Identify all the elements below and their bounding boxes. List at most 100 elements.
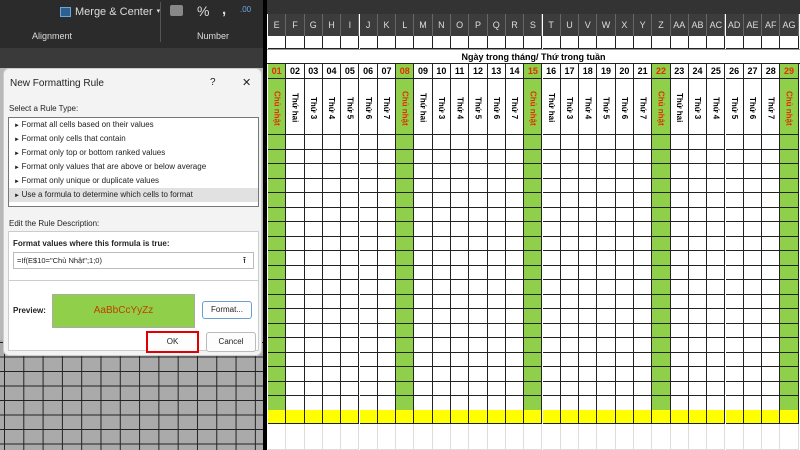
column-header[interactable]: G	[304, 14, 323, 36]
data-cell	[432, 323, 451, 338]
day-number-cell: 26	[725, 64, 744, 79]
data-cell	[743, 396, 763, 411]
data-cell	[414, 265, 433, 280]
column-header[interactable]: AF	[762, 14, 781, 36]
column-header[interactable]: Y	[634, 14, 653, 36]
data-cell	[780, 367, 799, 382]
data-cell	[341, 352, 360, 367]
column-header[interactable]: AA	[670, 14, 689, 36]
column-header[interactable]: I	[341, 14, 360, 36]
column-header[interactable]: K	[377, 14, 397, 36]
column-header[interactable]: T	[542, 14, 561, 36]
spreadsheet[interactable]: Ngày trong tháng/ Thứ trong tuần E 01 Chủ …	[267, 0, 800, 450]
column-header[interactable]: O	[451, 14, 470, 36]
data-cell	[652, 222, 671, 237]
merge-center-button[interactable]: Merge & Center ▾	[60, 4, 160, 20]
rule-type-item[interactable]: ► Format only top or bottom ranked value…	[9, 146, 258, 160]
day-number-cell: 10	[432, 64, 451, 79]
ok-button[interactable]: OK	[146, 331, 199, 353]
data-cell	[615, 294, 634, 309]
column-header[interactable]: L	[396, 14, 415, 36]
data-cell	[560, 352, 580, 367]
data-cell	[469, 323, 488, 338]
data-cell	[322, 280, 342, 295]
collapse-dialog-icon[interactable]: ⭱	[238, 254, 251, 267]
data-cell	[725, 164, 744, 179]
close-button[interactable]: ✕	[242, 76, 251, 89]
data-cell	[268, 207, 287, 222]
total-row-cell	[524, 410, 543, 424]
rule-type-item[interactable]: ► Use a formula to determine which cells…	[9, 188, 258, 202]
column-header[interactable]: S	[524, 14, 543, 36]
column-header[interactable]: AG	[780, 14, 799, 36]
column-header[interactable]: P	[469, 14, 488, 36]
data-cell	[652, 338, 671, 353]
data-cell	[304, 149, 323, 164]
column-header[interactable]: Z	[652, 14, 671, 36]
data-cell	[359, 207, 378, 222]
data-cell	[634, 352, 653, 367]
data-cell	[377, 396, 397, 411]
data-cell	[615, 381, 634, 396]
data-cell	[505, 323, 525, 338]
column-header[interactable]: R	[505, 14, 525, 36]
column-header[interactable]: M	[414, 14, 433, 36]
column-header[interactable]: X	[615, 14, 634, 36]
data-cell	[304, 338, 323, 353]
column-header[interactable]: E	[268, 14, 287, 36]
data-cell	[670, 265, 689, 280]
format-button[interactable]: Format...	[202, 301, 252, 319]
data-cell	[487, 367, 506, 382]
data-cell	[725, 338, 744, 353]
cancel-button[interactable]: Cancel	[206, 332, 256, 352]
rule-type-list[interactable]: ► Format all cells based on their values…	[8, 117, 259, 207]
rule-type-item[interactable]: ► Format only values that are above or b…	[9, 160, 258, 174]
column-header[interactable]: AB	[688, 14, 708, 36]
column-header[interactable]: N	[432, 14, 451, 36]
data-cell	[542, 164, 561, 179]
data-cell	[322, 323, 342, 338]
column-header[interactable]: AD	[725, 14, 744, 36]
column-header[interactable]: U	[560, 14, 580, 36]
data-cell	[542, 396, 561, 411]
rule-type-item[interactable]: ► Format only cells that contain	[9, 132, 258, 146]
help-button[interactable]: ?	[210, 77, 216, 88]
dialog-title: New Formatting Rule	[10, 78, 104, 89]
column-header[interactable]: W	[597, 14, 616, 36]
blank-cell	[359, 36, 378, 49]
formula-input[interactable]: =If(E$10="Chủ Nhật";1;0) ⭱	[13, 252, 254, 269]
column-header[interactable]: Q	[487, 14, 506, 36]
column-header[interactable]: AE	[743, 14, 763, 36]
data-cell	[505, 280, 525, 295]
data-cell	[451, 367, 470, 382]
empty-cell	[304, 424, 323, 450]
column-header[interactable]: J	[359, 14, 378, 36]
data-cell	[341, 338, 360, 353]
column-header[interactable]: AC	[707, 14, 726, 36]
data-cell	[524, 338, 543, 353]
data-cell	[396, 309, 415, 324]
data-cell	[524, 178, 543, 193]
column-header[interactable]: H	[322, 14, 342, 36]
percent-button[interactable]: %	[197, 3, 209, 19]
data-cell	[322, 251, 342, 266]
day-number-cell: 28	[762, 64, 781, 79]
number-format-icon[interactable]	[170, 5, 183, 16]
rule-type-item[interactable]: ► Format only unique or duplicate values	[9, 174, 258, 188]
data-cell	[304, 135, 323, 150]
data-cell	[505, 135, 525, 150]
increase-decimal-icon[interactable]: .00	[240, 5, 251, 14]
comma-button[interactable]: ,	[222, 1, 226, 18]
data-cell	[579, 323, 598, 338]
data-cell	[725, 265, 744, 280]
data-cell	[432, 207, 451, 222]
column-header[interactable]: F	[286, 14, 305, 36]
data-cell	[743, 323, 763, 338]
data-cell	[432, 280, 451, 295]
data-cell	[743, 280, 763, 295]
data-cell	[725, 135, 744, 150]
column-header[interactable]: V	[579, 14, 598, 36]
rule-type-item[interactable]: ► Format all cells based on their values	[9, 118, 258, 132]
weekday-cell: Thứ 5	[725, 79, 744, 135]
data-cell	[707, 251, 726, 266]
